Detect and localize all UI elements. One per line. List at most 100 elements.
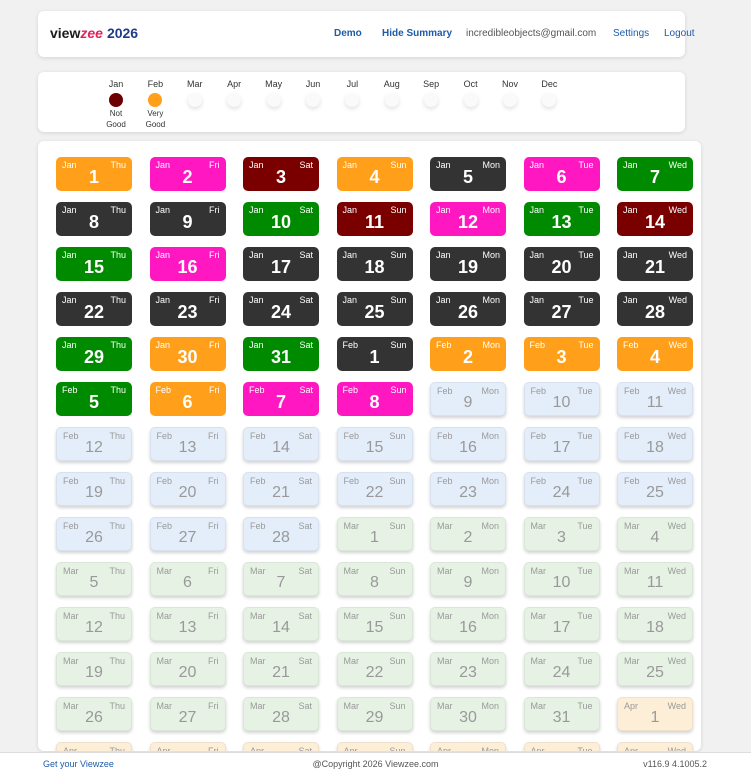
day-tile[interactable]: Mar Sat 7 xyxy=(243,562,319,596)
day-tile[interactable]: Feb Tue 3 xyxy=(523,337,600,371)
month-summary-feb[interactable]: Feb Very Good xyxy=(135,79,175,129)
day-tile[interactable]: Jan Thu 15 xyxy=(56,247,132,281)
day-tile[interactable]: Mar Wed 18 xyxy=(617,607,693,641)
day-tile[interactable]: Mar Thu 5 xyxy=(56,562,132,596)
month-summary-jan[interactable]: Jan Not Good xyxy=(96,79,136,129)
day-tile[interactable]: Jan Mon 12 xyxy=(430,202,506,236)
month-summary-apr[interactable]: Apr xyxy=(214,79,254,107)
day-tile[interactable]: Jan Sat 3 xyxy=(243,157,319,191)
day-tile[interactable]: Feb Wed 18 xyxy=(617,427,693,461)
month-summary-jun[interactable]: Jun xyxy=(293,79,333,107)
day-tile[interactable]: Mar Wed 11 xyxy=(617,562,693,596)
day-tile[interactable]: Feb Mon 2 xyxy=(430,337,506,371)
day-tile[interactable]: Mar Sun 1 xyxy=(336,517,413,551)
day-tile[interactable]: Mar Tue 24 xyxy=(523,652,600,686)
day-tile[interactable]: Feb Tue 10 xyxy=(523,382,600,416)
month-summary-mar[interactable]: Mar xyxy=(175,79,215,107)
day-tile[interactable]: Jan Wed 21 xyxy=(617,247,693,281)
day-tile[interactable]: Mar Mon 30 xyxy=(430,697,506,731)
day-tile[interactable]: Feb Mon 16 xyxy=(430,427,506,461)
day-tile[interactable]: Jan Wed 7 xyxy=(617,157,693,191)
day-tile[interactable]: Mar Wed 4 xyxy=(617,517,693,551)
day-tile[interactable]: Feb Fri 13 xyxy=(149,427,226,461)
month-summary-may[interactable]: May xyxy=(254,79,294,107)
day-tile[interactable]: Jan Sun 4 xyxy=(336,157,413,191)
day-tile[interactable]: Jan Sun 11 xyxy=(336,202,413,236)
demo-link[interactable]: Demo xyxy=(334,28,362,39)
day-tile[interactable]: Jan Mon 19 xyxy=(430,247,506,281)
day-tile[interactable]: Jan Sat 17 xyxy=(243,247,319,281)
day-tile[interactable]: Feb Tue 24 xyxy=(523,472,600,506)
day-tile[interactable]: AprWed8 xyxy=(617,742,693,751)
day-tile[interactable]: Feb Wed 25 xyxy=(617,472,693,506)
day-tile[interactable]: Feb Sun 15 xyxy=(336,427,413,461)
day-tile[interactable]: Mar Tue 31 xyxy=(523,697,600,731)
day-tile[interactable]: Jan Sat 10 xyxy=(243,202,319,236)
day-tile[interactable]: Mar Fri 20 xyxy=(149,652,226,686)
day-tile[interactable]: Jan Wed 14 xyxy=(617,202,693,236)
day-tile[interactable]: Feb Wed 11 xyxy=(617,382,693,416)
day-tile[interactable]: Mar Tue 10 xyxy=(523,562,600,596)
day-tile[interactable]: Jan Sat 31 xyxy=(243,337,319,371)
day-tile[interactable]: Feb Thu 5 xyxy=(56,382,132,416)
day-tile[interactable]: Jan Thu 8 xyxy=(56,202,132,236)
day-tile[interactable]: Jan Thu 29 xyxy=(56,337,132,371)
day-tile[interactable]: Jan Wed 28 xyxy=(617,292,693,326)
day-tile[interactable]: Jan Mon 26 xyxy=(430,292,506,326)
logout-link[interactable]: Logout xyxy=(664,28,695,39)
day-tile[interactable]: Feb Mon 9 xyxy=(430,382,506,416)
day-tile[interactable]: Jan Tue 6 xyxy=(523,157,600,191)
settings-link[interactable]: Settings xyxy=(613,28,649,39)
month-summary-aug[interactable]: Aug xyxy=(372,79,412,107)
app-logo[interactable]: viewzee 2026 xyxy=(50,25,138,41)
day-tile[interactable]: AprFri3 xyxy=(149,742,226,751)
day-tile[interactable]: Mar Thu 12 xyxy=(56,607,132,641)
day-tile[interactable]: Mar Sun 29 xyxy=(336,697,413,731)
day-tile[interactable]: Jan Sun 18 xyxy=(336,247,413,281)
day-tile[interactable]: Jan Fri 23 xyxy=(149,292,226,326)
day-tile[interactable]: Jan Tue 20 xyxy=(523,247,600,281)
day-tile[interactable]: Mar Wed 25 xyxy=(617,652,693,686)
day-tile[interactable]: Feb Fri 20 xyxy=(149,472,226,506)
day-tile[interactable]: Jan Sat 24 xyxy=(243,292,319,326)
day-tile[interactable]: Mar Sat 14 xyxy=(243,607,319,641)
day-tile[interactable]: Mar Sun 15 xyxy=(336,607,413,641)
day-tile[interactable]: Feb Sun 1 xyxy=(336,337,413,371)
day-tile[interactable]: Feb Fri 27 xyxy=(149,517,226,551)
day-tile[interactable]: Jan Fri 30 xyxy=(149,337,226,371)
day-tile[interactable]: Feb Sun 8 xyxy=(336,382,413,416)
day-tile[interactable]: Jan Thu 1 xyxy=(56,157,132,191)
day-tile[interactable]: Feb Sat 7 xyxy=(243,382,319,416)
day-tile[interactable]: AprSat4 xyxy=(243,742,319,751)
day-tile[interactable]: Feb Thu 12 xyxy=(56,427,132,461)
day-tile[interactable]: AprThu2 xyxy=(56,742,132,751)
day-tile[interactable]: Mar Mon 23 xyxy=(430,652,506,686)
day-tile[interactable]: Jan Fri 9 xyxy=(149,202,226,236)
day-tile[interactable]: Mar Fri 6 xyxy=(149,562,226,596)
day-tile[interactable]: Feb Fri 6 xyxy=(149,382,226,416)
day-tile[interactable]: Mar Mon 16 xyxy=(430,607,506,641)
day-tile[interactable]: Mar Fri 13 xyxy=(149,607,226,641)
day-tile[interactable]: Feb Sat 14 xyxy=(243,427,319,461)
day-tile[interactable]: AprSun5 xyxy=(336,742,413,751)
day-tile[interactable]: Mar Sat 21 xyxy=(243,652,319,686)
month-summary-jul[interactable]: Jul xyxy=(332,79,372,107)
day-tile[interactable]: Feb Sat 28 xyxy=(243,517,319,551)
day-tile[interactable]: Mar Tue 17 xyxy=(523,607,600,641)
month-summary-oct[interactable]: Oct xyxy=(451,79,491,107)
day-tile[interactable]: Feb Thu 26 xyxy=(56,517,132,551)
day-tile[interactable]: Mar Mon 2 xyxy=(430,517,506,551)
day-tile[interactable]: Jan Fri 2 xyxy=(149,157,226,191)
day-tile[interactable]: Mar Sat 28 xyxy=(243,697,319,731)
day-tile[interactable]: Mar Mon 9 xyxy=(430,562,506,596)
day-tile[interactable]: Jan Fri 16 xyxy=(149,247,226,281)
hide-summary-link[interactable]: Hide Summary xyxy=(382,28,452,39)
day-tile[interactable]: Apr Wed 1 xyxy=(617,697,693,731)
day-tile[interactable]: Feb Mon 23 xyxy=(430,472,506,506)
day-tile[interactable]: Jan Sun 25 xyxy=(336,292,413,326)
day-tile[interactable]: Jan Tue 27 xyxy=(523,292,600,326)
day-tile[interactable]: Mar Sun 8 xyxy=(336,562,413,596)
day-tile[interactable]: Mar Fri 27 xyxy=(149,697,226,731)
day-tile[interactable]: Feb Tue 17 xyxy=(523,427,600,461)
month-summary-sep[interactable]: Sep xyxy=(411,79,451,107)
